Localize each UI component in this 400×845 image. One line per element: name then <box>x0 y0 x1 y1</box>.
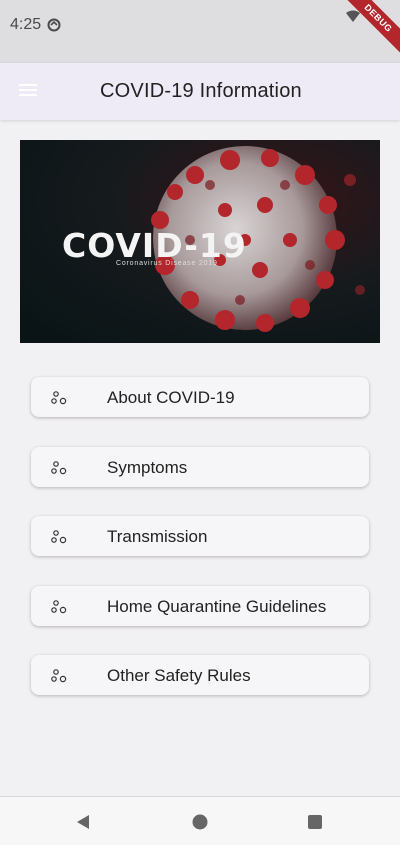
menu-item-label: Symptoms <box>107 458 188 477</box>
bubbles-icon <box>50 598 68 616</box>
status-time: 4:25 <box>10 16 42 33</box>
covid-banner-image: COVID-19 Coronavirus Disease 2019 <box>20 140 380 343</box>
sync-icon <box>47 18 61 32</box>
menu-item-safety-rules[interactable]: Other Safety Rules <box>31 655 369 695</box>
hamburger-menu-icon[interactable] <box>19 84 39 100</box>
bubbles-icon <box>50 528 68 546</box>
menu-item-home-quarantine[interactable]: Home Quarantine Guidelines <box>31 586 369 626</box>
menu-item-label: Transmission <box>107 527 208 546</box>
status-bar: 4:25 DEBUG <box>0 0 400 63</box>
bubbles-icon <box>50 667 68 685</box>
menu-item-label: About COVID-19 <box>107 388 235 407</box>
banner-subtitle: Coronavirus Disease 2019 <box>116 260 218 267</box>
menu-item-about[interactable]: About COVID-19 <box>31 377 369 417</box>
home-icon[interactable] <box>192 814 208 830</box>
system-nav-bar <box>0 796 400 845</box>
menu-item-label: Home Quarantine Guidelines <box>107 597 327 616</box>
menu-item-transmission[interactable]: Transmission <box>31 516 369 556</box>
recents-icon[interactable] <box>307 814 323 830</box>
bubbles-icon <box>50 459 68 477</box>
bubbles-icon <box>50 389 68 407</box>
menu-item-label: Other Safety Rules <box>107 666 251 685</box>
app-title: COVID-19 Information <box>100 80 302 102</box>
app-bar: COVID-19 Information <box>0 63 400 120</box>
menu-item-symptoms[interactable]: Symptoms <box>31 447 369 487</box>
back-icon[interactable] <box>75 814 91 830</box>
